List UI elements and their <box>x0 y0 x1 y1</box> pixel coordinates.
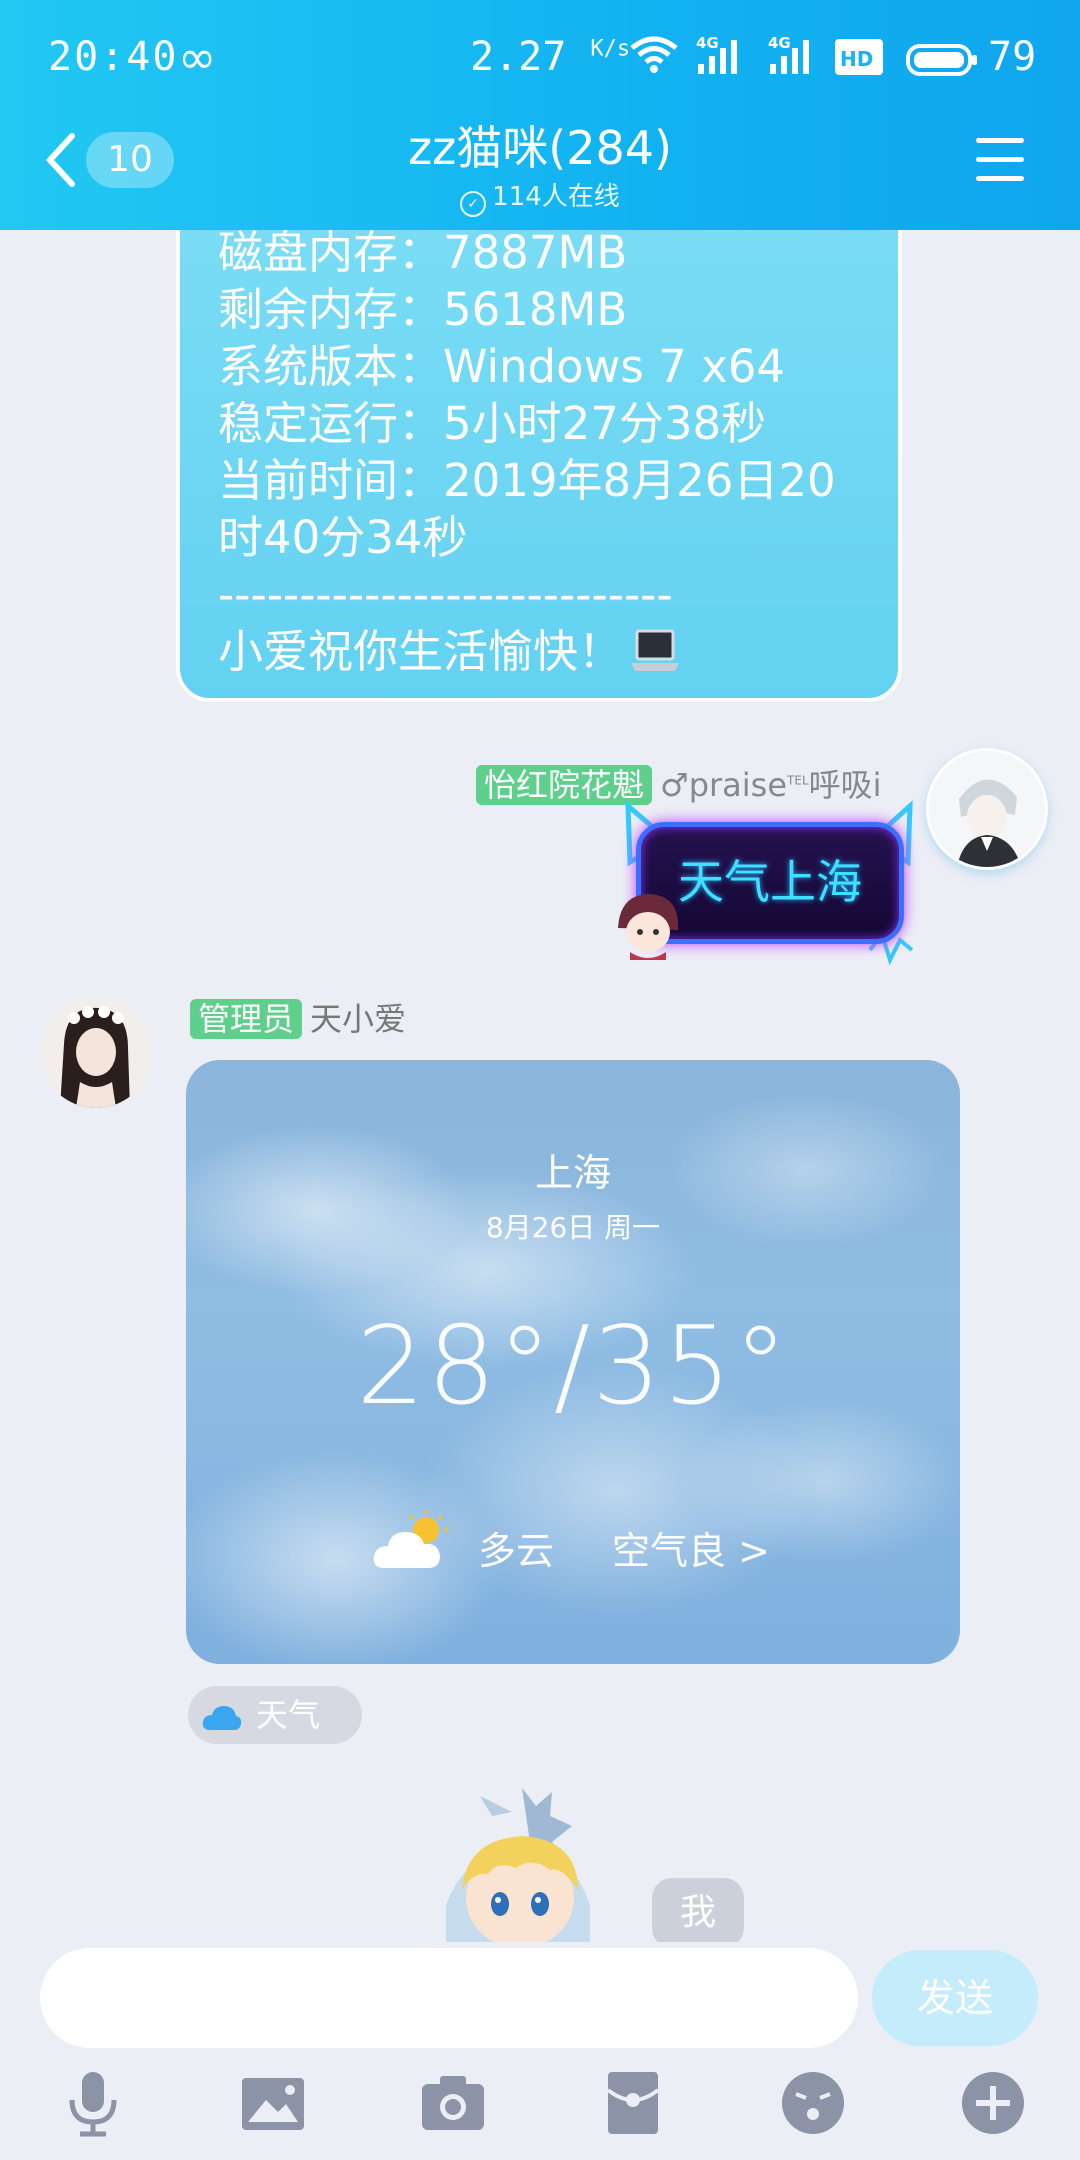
chibi-character-icon <box>610 888 686 964</box>
avatar[interactable] <box>926 748 1048 870</box>
sysinfo-line: 稳定运行：5小时27分38秒 <box>218 397 767 450</box>
check-circle-icon: ✓ <box>460 191 487 217</box>
weather-temperature: 28°/35° <box>356 1304 790 1429</box>
sysinfo-divider: ---------------------------- <box>218 568 673 621</box>
svg-text:HD: HD <box>840 47 873 71</box>
sender-name[interactable]: ♂praiseTEL呼吸i <box>660 766 882 804</box>
red-packet-icon[interactable] <box>598 2068 668 2138</box>
signal-label: 4G <box>768 34 791 52</box>
sysinfo-message-bubble[interactable]: 磁盘内存：7887MB 剩余内存：5618MB 系统版本：Windows 7 x… <box>176 150 902 702</box>
battery-level: 79 <box>988 34 1037 80</box>
online-count: ✓ 114人在线 <box>0 176 1080 217</box>
sender-info-left: 管理员 天小爱 <box>190 994 406 1040</box>
sysinfo-line: 小爱祝你生活愉快！ <box>218 623 898 686</box>
signal-icon: 4G <box>768 34 812 80</box>
battery-icon <box>906 44 978 80</box>
signal-label: 4G <box>696 34 719 52</box>
weather-condition: 多云 <box>478 1529 555 1573</box>
weather-city: 上海 <box>534 1151 611 1195</box>
status-bar: 20:40 ∞ 2.27 K/s 4G 4G HD 79 <box>0 0 1080 118</box>
chat-header: 20:40 ∞ 2.27 K/s 4G 4G HD 79 10 zz猫咪(284… <box>0 0 1080 230</box>
online-count-text: 114人在线 <box>492 182 620 212</box>
infinity-icon: ∞ <box>178 30 217 84</box>
admin-badge: 管理员 <box>190 999 303 1039</box>
weather-card[interactable]: 上海 8月26日 周一 28°/35° 多云 空气良 > <box>186 1060 960 1664</box>
sysinfo-closing-text: 小爱祝你生活愉快！ <box>218 625 624 678</box>
sender-name-sup: TEL <box>787 773 809 788</box>
wifi-icon <box>628 34 680 78</box>
partly-cloudy-icon <box>372 1508 456 1578</box>
partial-message-bubble[interactable]: 我 <box>652 1878 744 1948</box>
sender-info-right: 怡红院花魁 ♂praiseTEL呼吸i <box>476 760 882 805</box>
sender-name-suffix: 呼吸i <box>808 766 882 804</box>
emoji-icon[interactable] <box>778 2068 848 2138</box>
plus-icon[interactable] <box>958 2068 1028 2138</box>
air-quality-link[interactable]: 空气良 > <box>612 1520 770 1575</box>
avatar[interactable] <box>40 996 152 1108</box>
mic-icon[interactable] <box>58 2068 128 2138</box>
weather-date: 8月26日 周一 <box>485 1211 661 1244</box>
sysinfo-line: 当前时间：2019年8月26日20时40分34秒 <box>218 454 836 564</box>
network-speed-unit: K/s <box>590 36 631 62</box>
sysinfo-line: 系统版本：Windows 7 x64 <box>218 340 786 393</box>
sysinfo-line: 磁盘内存：7887MB <box>218 226 628 279</box>
weather-app-chip[interactable]: 天气 <box>188 1686 362 1744</box>
laptop-icon <box>629 627 681 686</box>
status-time: 20:40 <box>48 34 179 80</box>
camera-icon[interactable] <box>418 2068 488 2138</box>
menu-icon[interactable] <box>976 138 1024 182</box>
send-button[interactable]: 发送 <box>872 1950 1038 2046</box>
network-speed: 2.27 K/s <box>470 34 630 80</box>
mascot-character-icon <box>432 1786 612 1950</box>
hd-icon: HD <box>834 38 884 80</box>
weather-chip-label: 天气 <box>256 1696 321 1734</box>
sender-name[interactable]: 天小爱 <box>310 1000 406 1038</box>
sender-name-text: ♂praise <box>660 766 788 804</box>
input-area: 发送 <box>0 1942 1080 2160</box>
message-input[interactable] <box>40 1948 858 2048</box>
image-icon[interactable] <box>238 2068 308 2138</box>
chat-title: zz猫咪(284) <box>408 121 672 175</box>
sysinfo-line: 剩余内存：5618MB <box>218 283 628 336</box>
network-speed-value: 2.27 <box>470 34 567 80</box>
title-badge: 怡红院花魁 <box>476 765 653 805</box>
cloud-icon <box>202 1696 256 1734</box>
signal-icon: 4G <box>696 34 740 80</box>
